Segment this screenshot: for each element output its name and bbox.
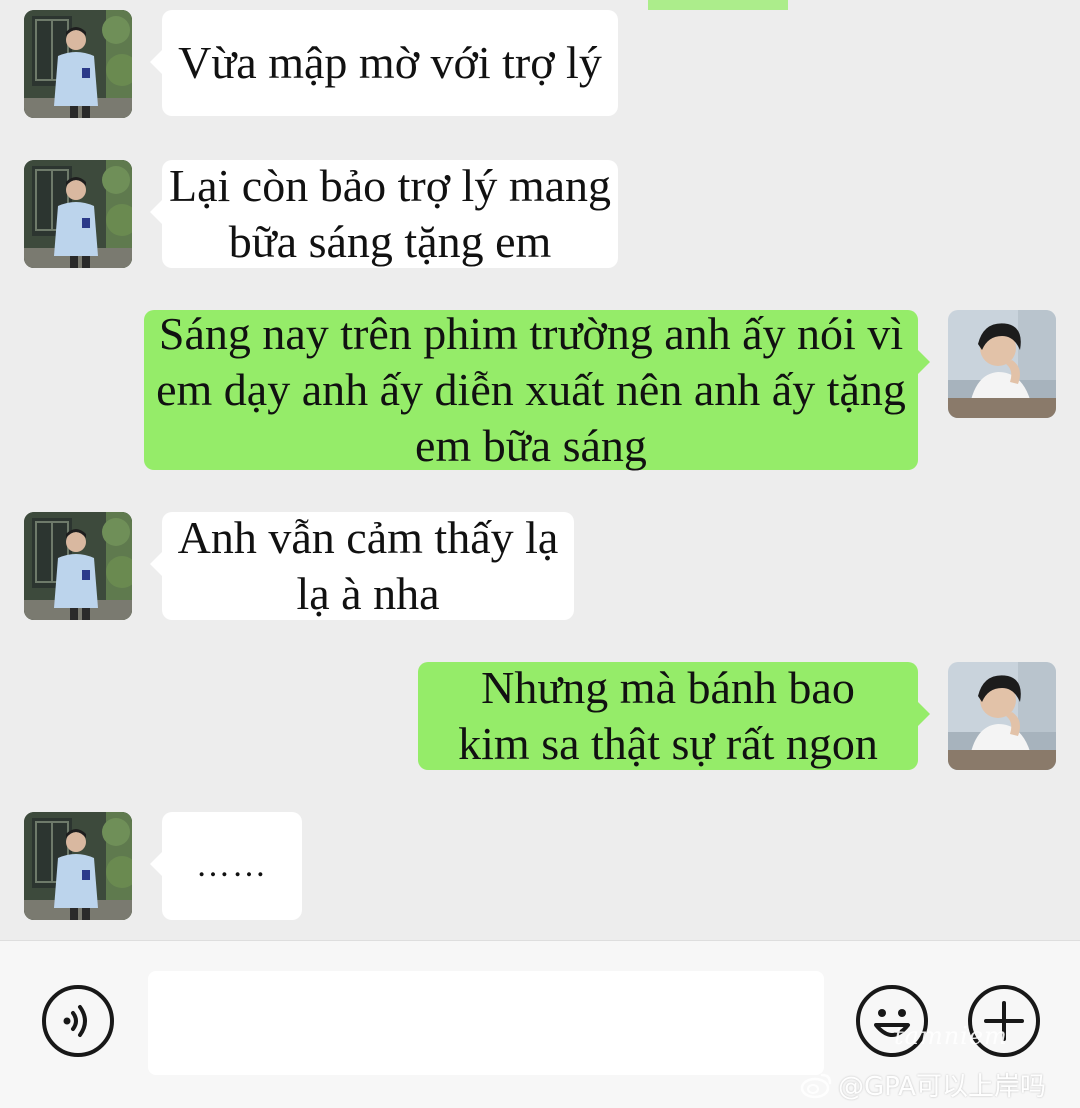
bubble-tail: [150, 552, 162, 576]
bubble-tail: [150, 50, 162, 74]
message-text: Sáng nay trên phim trường anh ấy nói vì …: [156, 308, 906, 471]
contact-avatar[interactable]: [24, 812, 132, 920]
bubble-tail: [918, 350, 930, 374]
incoming-message-bubble[interactable]: Lại còn bảo trợ lý mang bữa sáng tặng em: [150, 160, 618, 268]
watermark-handle: @GPA可以上岸吗: [838, 1072, 1046, 1102]
incoming-message-bubble[interactable]: ……: [150, 812, 302, 920]
previous-message-edge: [648, 0, 788, 10]
message-text: Vừa mập mờ với trợ lý: [178, 37, 602, 88]
message-text: ……: [196, 847, 268, 884]
user-avatar[interactable]: [948, 310, 1056, 418]
watermark-weibo: @GPA可以上岸吗: [800, 1066, 1046, 1103]
message-text: Nhưng mà bánh bao kim sa thật sự rất ngo…: [458, 662, 878, 769]
watermark-script: tamniem: [894, 1022, 1008, 1050]
weibo-logo-icon: [800, 1073, 832, 1098]
bubble-tail: [150, 852, 162, 876]
incoming-message-bubble[interactable]: Vừa mập mờ với trợ lý: [150, 10, 618, 116]
outgoing-message-bubble[interactable]: Sáng nay trên phim trường anh ấy nói vì …: [144, 308, 930, 471]
message-text: Lại còn bảo trợ lý mang bữa sáng tặng em: [168, 160, 612, 267]
contact-avatar[interactable]: [24, 10, 132, 118]
outgoing-message-bubble[interactable]: Nhưng mà bánh bao kim sa thật sự rất ngo…: [418, 662, 930, 770]
user-avatar[interactable]: [948, 662, 1056, 770]
bubble-tail: [918, 702, 930, 726]
message-text: Anh vẫn cảm thấy lạ lạ à nha: [177, 512, 559, 619]
voice-icon[interactable]: [40, 983, 116, 1059]
bubble-tail: [150, 200, 162, 224]
message-input[interactable]: [148, 971, 824, 1075]
contact-avatar[interactable]: [24, 512, 132, 620]
contact-avatar[interactable]: [24, 160, 132, 268]
incoming-message-bubble[interactable]: Anh vẫn cảm thấy lạ lạ à nha: [150, 512, 574, 620]
